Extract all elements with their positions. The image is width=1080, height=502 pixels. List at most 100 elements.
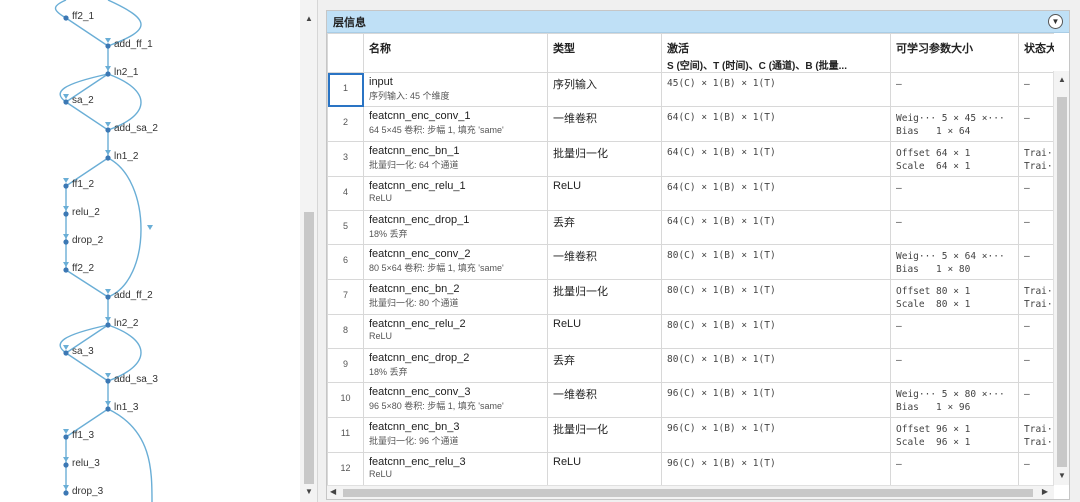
learnable-entry: – <box>896 355 902 366</box>
graph-node-label[interactable]: ln2_1 <box>114 67 138 78</box>
graph-node-label[interactable]: drop_2 <box>72 235 103 246</box>
row-index: 11 <box>327 417 364 453</box>
table-row[interactable]: 10 featcnn_enc_conv_3 96 5×80 卷积: 步幅 1, 填充… <box>327 382 1054 418</box>
graph-node-label[interactable]: relu_3 <box>72 458 100 469</box>
graph-node[interactable] <box>105 406 111 412</box>
graph-node[interactable] <box>63 462 69 468</box>
learnable-entry: – <box>896 183 902 194</box>
edge-arrow-icon <box>63 206 69 211</box>
edge-arrow-icon <box>105 38 111 43</box>
table-row[interactable]: 5 featcnn_enc_drop_1 18% 丢弃 丢弃 64(C) × 1(B) … <box>327 210 1054 245</box>
graph-node[interactable] <box>63 15 69 21</box>
graph-node[interactable] <box>63 350 69 356</box>
graph-node-label[interactable]: add_sa_2 <box>114 123 158 134</box>
table-row[interactable]: 6 featcnn_enc_conv_2 80 5×64 卷积: 步幅 1, 填充 … <box>327 244 1054 280</box>
scroll-left-icon[interactable]: ◀ <box>330 487 336 496</box>
graph-node[interactable] <box>105 294 111 300</box>
graph-node-label[interactable]: add_sa_3 <box>114 374 158 385</box>
edge-arrow-icon <box>63 262 69 267</box>
graph-node[interactable] <box>105 127 111 133</box>
column-header-index[interactable] <box>327 33 364 73</box>
edge-arrow-icon <box>105 317 111 322</box>
scrollbar-thumb[interactable] <box>343 489 1033 497</box>
scrollbar-thumb[interactable] <box>304 212 314 484</box>
graph-node-label[interactable]: ln1_3 <box>114 402 138 413</box>
graph-node-label[interactable]: ln2_2 <box>114 318 138 329</box>
graph-edge <box>65 101 109 131</box>
graph-node[interactable] <box>63 211 69 217</box>
graph-node-label[interactable]: drop_3 <box>72 486 103 497</box>
table-horizontal-scrollbar[interactable]: ◀ ▶ <box>327 485 1054 499</box>
table-row[interactable]: 7 featcnn_enc_bn_2 批量归一化: 80 个通道 批量归一化 80(C)… <box>327 279 1054 315</box>
graph-node[interactable] <box>105 155 111 161</box>
state-entry: Trai··· <box>1024 286 1054 297</box>
row-index: 8 <box>327 314 364 349</box>
edge-arrow-icon <box>105 289 111 294</box>
table-row[interactable]: 2 featcnn_enc_conv_1 64 5×45 卷积: 步幅 1, 填充 … <box>327 106 1054 142</box>
graph-node-label[interactable]: ff1_2 <box>72 179 94 190</box>
layer-name: featcnn_enc_bn_1 <box>369 145 460 157</box>
graph-node-label[interactable]: add_ff_2 <box>114 290 153 301</box>
graph-node-label[interactable]: sa_3 <box>72 346 94 357</box>
scroll-down-icon[interactable]: ▼ <box>1057 471 1067 481</box>
scroll-up-icon[interactable]: ▲ <box>1057 75 1067 85</box>
graph-node[interactable] <box>105 322 111 328</box>
scroll-up-icon[interactable]: ▲ <box>304 14 314 24</box>
layer-type: 一维卷积 <box>547 106 662 142</box>
layer-name-cell: featcnn_enc_bn_2 批量归一化: 80 个通道 <box>363 279 548 315</box>
graph-node[interactable] <box>63 183 69 189</box>
layer-name: featcnn_enc_relu_3 <box>369 456 466 468</box>
table-row[interactable]: 3 featcnn_enc_bn_1 批量归一化: 64 个通道 批量归一化 64(C)… <box>327 141 1054 177</box>
activation-header-label: 激活 <box>667 43 689 55</box>
scrollbar-thumb[interactable] <box>1057 97 1067 467</box>
table-row[interactable]: 8 featcnn_enc_relu_2 ReLU ReLU 80(C) × 1(B) … <box>327 314 1054 349</box>
graph-node[interactable] <box>105 71 111 77</box>
table-row[interactable]: 1 input 序列输入: 45 个维度 序列输入 45(C) × 1(B) × 1(T… <box>327 72 1054 107</box>
graph-node-label[interactable]: relu_2 <box>72 207 100 218</box>
table-row[interactable]: 4 featcnn_enc_relu_1 ReLU ReLU 64(C) × 1(B) … <box>327 176 1054 211</box>
graph-node[interactable] <box>105 378 111 384</box>
layer-description: 64 5×45 卷积: 步幅 1, 填充 'same' <box>369 125 504 135</box>
layer-name-cell: featcnn_enc_relu_2 ReLU <box>363 314 548 349</box>
scroll-right-icon[interactable]: ▶ <box>1042 487 1048 496</box>
graph-node-label[interactable]: add_ff_1 <box>114 39 153 50</box>
table-row[interactable]: 11 featcnn_enc_bn_3 批量归一化: 96 个通道 批量归一化 96(C… <box>327 417 1054 453</box>
row-index: 9 <box>327 348 364 383</box>
activation-size: 64(C) × 1(B) × 1(T) <box>661 210 891 245</box>
layer-description: 批量归一化: 80 个通道 <box>369 298 459 308</box>
state-entry: – <box>1024 113 1030 124</box>
learnables-cell: Weig··· 5 × 80 ×··· Bias 1 × 96 <box>890 382 1019 418</box>
graph-node[interactable] <box>63 239 69 245</box>
column-header-state[interactable]: 状态大 <box>1018 33 1054 73</box>
column-header-activation[interactable]: 激活 S (空间)、T (时间)、C (通道)、B (批量... <box>661 33 891 73</box>
graph-vertical-scrollbar[interactable]: ▲ ▼ <box>300 0 317 502</box>
column-header-name[interactable]: 名称 <box>363 33 548 73</box>
graph-node-label[interactable]: sa_2 <box>72 95 94 106</box>
table-row[interactable]: 9 featcnn_enc_drop_2 18% 丢弃 丢弃 80(C) × 1(B) … <box>327 348 1054 383</box>
activation-size: 80(C) × 1(B) × 1(T) <box>661 348 891 383</box>
learnable-entry: Scale 80 × 1 <box>896 299 971 310</box>
graph-node-label[interactable]: ff2_2 <box>72 263 94 274</box>
graph-node-label[interactable]: ff2_1 <box>72 11 94 22</box>
learnables-cell: – <box>890 314 1019 349</box>
graph-node[interactable] <box>63 99 69 105</box>
graph-node-label[interactable]: ln1_2 <box>114 151 138 162</box>
graph-node-label[interactable]: ff1_3 <box>72 430 94 441</box>
chevron-down-circle-icon[interactable]: ▼ <box>1048 14 1063 29</box>
network-graph-pane[interactable]: ff2_1 add_ff_1 ln2_1 sa_2 add_sa_2 ln1_2 ff1_2… <box>0 0 318 502</box>
table-vertical-scrollbar[interactable]: ▲ ▼ <box>1053 71 1069 485</box>
scroll-down-icon[interactable]: ▼ <box>304 487 314 497</box>
learnables-cell: – <box>890 210 1019 245</box>
network-graph[interactable] <box>0 0 300 502</box>
graph-node[interactable] <box>63 490 69 496</box>
table-row[interactable]: 12 featcnn_enc_relu_3 ReLU ReLU 96(C) × 1(B)… <box>327 452 1054 485</box>
layer-name-cell: featcnn_enc_relu_1 ReLU <box>363 176 548 211</box>
graph-node[interactable] <box>105 43 111 49</box>
layer-name-cell: featcnn_enc_conv_2 80 5×64 卷积: 步幅 1, 填充 '… <box>363 244 548 280</box>
learnable-entry: Scale 64 × 1 <box>896 161 971 172</box>
graph-node[interactable] <box>63 434 69 440</box>
column-header-type[interactable]: 类型 <box>547 33 662 73</box>
column-header-learnables[interactable]: 可学习参数大小 <box>890 33 1019 73</box>
graph-node[interactable] <box>63 267 69 273</box>
activation-size: 64(C) × 1(B) × 1(T) <box>661 106 891 142</box>
